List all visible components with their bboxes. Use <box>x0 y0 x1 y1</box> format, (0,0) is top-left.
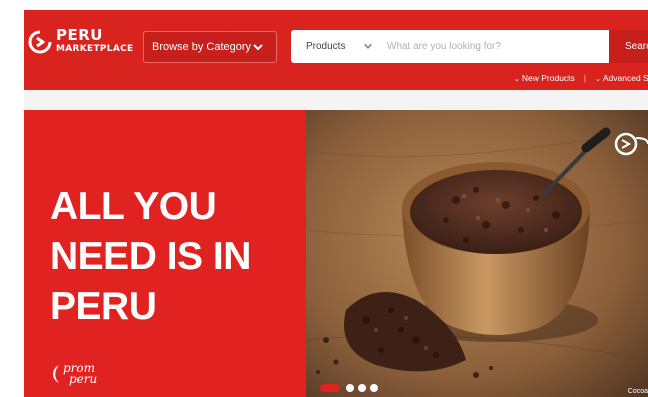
browse-category-button[interactable]: Browse by Category <box>143 31 277 63</box>
carousel-dot-3[interactable] <box>358 384 366 392</box>
new-products-label: New Products <box>521 73 575 83</box>
search-input[interactable] <box>377 30 609 63</box>
hero-title: ALL YOU NEED IS IN PERU <box>50 182 251 332</box>
chevron-down-icon <box>364 43 372 49</box>
chevron-down-icon: ⌄ <box>595 76 601 83</box>
search-scope-select[interactable]: Products <box>291 30 377 63</box>
slide-caption: Cocoa <box>627 388 648 395</box>
carousel-dot-1[interactable] <box>320 384 340 392</box>
promperu-logo: prom peru <box>49 362 98 386</box>
hero-image: Cocoa <box>306 110 648 397</box>
advanced-search-link[interactable]: ⌄Advanced Search <box>595 73 648 83</box>
search-bar: Products <box>291 30 609 63</box>
link-divider: | <box>583 73 587 83</box>
logo-wordmark: PERU MARKETPLACE <box>56 28 133 54</box>
hero-title-line-3: PERU <box>50 285 157 328</box>
chevron-down-icon: ⌄ <box>514 76 520 83</box>
carousel-dot-4[interactable] <box>370 384 378 392</box>
new-products-link[interactable]: ⌄ New Products <box>514 73 575 83</box>
hero-banner[interactable]: ALL YOU NEED IS IN PERU prom peru Cocoa <box>24 110 648 397</box>
hero-title-line-1: ALL YOU <box>50 185 217 228</box>
site-header: PERU MARKETPLACE Browse by Category Prod… <box>24 10 648 90</box>
header-spacer <box>24 90 648 110</box>
carousel-indicators <box>320 384 382 392</box>
hero-title-line-2: NEED IS IN <box>50 235 251 278</box>
logo-line-2: MARKETPLACE <box>56 44 134 54</box>
promperu-line-2: peru <box>69 372 98 386</box>
peru-brand-icon <box>28 30 52 54</box>
search-button-label: Search <box>625 41 648 52</box>
carousel-dot-2[interactable] <box>346 384 354 392</box>
search-scope-value: Products <box>306 41 346 52</box>
logo-line-1: PERU <box>56 26 103 44</box>
header-links: ⌄New Products | ⌄Advanced Search <box>514 71 648 85</box>
hero-text-panel: ALL YOU NEED IS IN PERU prom peru <box>24 110 306 397</box>
peru-marketplace-logo[interactable]: PERU MARKETPLACE <box>28 28 148 72</box>
promperu-swirl-icon <box>53 365 59 383</box>
cocoa-bowl-image <box>306 110 648 397</box>
search-button[interactable]: Search <box>609 30 648 63</box>
chevron-down-icon <box>253 44 263 51</box>
advanced-search-label: Advanced Search <box>602 73 648 83</box>
browse-category-label: Browse by Category <box>152 41 252 53</box>
